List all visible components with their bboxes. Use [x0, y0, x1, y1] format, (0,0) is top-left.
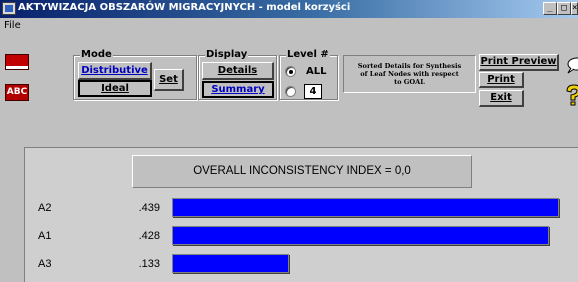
- details-button[interactable]: Details: [202, 62, 274, 80]
- result-value-a2: .439: [138, 202, 160, 214]
- result-bar-a2: [172, 198, 559, 217]
- menu-file[interactable]: File: [4, 20, 21, 31]
- app-icon: [2, 2, 16, 15]
- minimize-button[interactable]: _: [543, 2, 557, 15]
- level-all-label: ALL: [306, 66, 327, 77]
- inconsistency-index: OVERALL INCONSISTENCY INDEX = 0,0: [132, 155, 472, 188]
- maximize-button[interactable]: □: [557, 2, 571, 15]
- info-line-3: to GOAL: [394, 78, 425, 86]
- display-label: Display: [205, 49, 249, 60]
- result-value-a1: .428: [138, 230, 160, 242]
- set-button[interactable]: Set: [154, 69, 184, 91]
- application-window: AKTYWIZACJA OBSZARÓW MIGRACYJNYCH - mode…: [0, 0, 578, 282]
- abc-spell-icon[interactable]: ABC: [5, 84, 29, 101]
- level-number-field[interactable]: 4: [304, 84, 322, 99]
- result-value-a3: .133: [138, 258, 160, 270]
- result-label-a1: A1: [38, 230, 52, 242]
- window-title: AKTYWIZACJA OBSZARÓW MIGRACYJNYCH - mode…: [18, 2, 351, 13]
- print-button[interactable]: Print: [479, 72, 524, 88]
- level-all-radio[interactable]: [285, 66, 296, 77]
- distributive-button[interactable]: Distributive: [78, 62, 152, 80]
- level-label: Level #: [286, 49, 330, 60]
- result-bar-a3: [172, 254, 289, 273]
- summary-description: Sorted Details for Synthesis of Leaf Nod…: [343, 55, 476, 93]
- menu-bar: File: [0, 18, 578, 34]
- title-bar[interactable]: AKTYWIZACJA OBSZARÓW MIGRACYJNYCH - mode…: [0, 0, 578, 18]
- ideal-button[interactable]: Ideal: [78, 80, 152, 97]
- summary-button[interactable]: Summary: [202, 81, 274, 98]
- close-button[interactable]: ×: [571, 2, 578, 15]
- level-number-radio[interactable]: [285, 86, 296, 97]
- exit-button[interactable]: Exit: [479, 90, 524, 107]
- info-line-1: Sorted Details for Synthesis: [357, 62, 462, 70]
- speech-bubble-icon[interactable]: [565, 56, 578, 74]
- book-icon[interactable]: [5, 54, 29, 70]
- print-preview-button[interactable]: Print Preview: [479, 54, 559, 71]
- help-question-icon[interactable]: [564, 84, 578, 106]
- result-bar-a1: [172, 226, 549, 245]
- result-label-a2: A2: [38, 202, 52, 214]
- mode-label: Mode: [80, 49, 113, 60]
- result-label-a3: A3: [38, 258, 52, 270]
- info-line-2: of Leaf Nodes with respect: [360, 70, 459, 78]
